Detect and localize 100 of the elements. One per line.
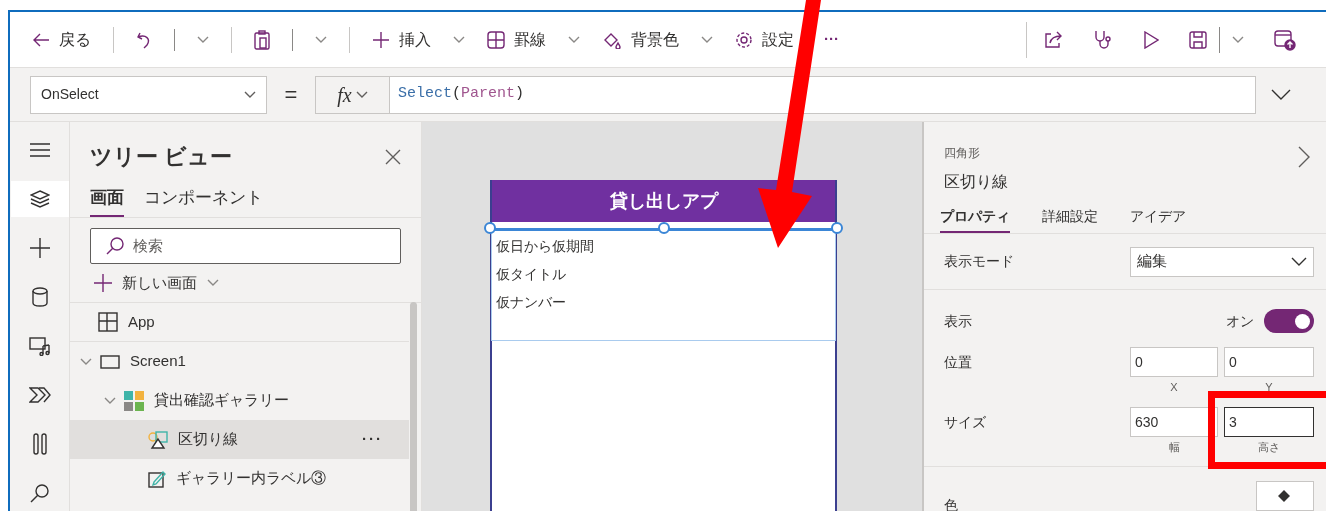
tab[interactable]: アイデア <box>1130 206 1186 233</box>
clipboard-icon <box>254 29 270 50</box>
tree-item[interactable]: 貸出確認ギャラリー <box>70 381 409 420</box>
number-field[interactable]: 630 <box>1130 407 1218 437</box>
save-button[interactable] <box>1189 30 1207 49</box>
publish-button[interactable] <box>1274 28 1296 51</box>
media-icon <box>28 336 51 356</box>
settings-button[interactable]: 設定 <box>735 27 794 52</box>
share-icon <box>1043 30 1063 49</box>
tab[interactable]: 詳細設定 <box>1042 206 1098 233</box>
chevrons-icon <box>28 386 51 404</box>
formula-field[interactable]: Select(Parent) <box>390 75 1256 114</box>
property-label: 位置 <box>944 352 973 372</box>
display-mode-dropdown[interactable]: 編集 <box>1130 246 1314 277</box>
gear-icon <box>735 30 753 49</box>
tree-item[interactable]: App <box>70 303 409 342</box>
gallery-label: 仮ナンバー <box>496 293 567 311</box>
chevron-down-icon <box>197 35 209 44</box>
toggle-state: オン <box>1226 311 1254 331</box>
tab[interactable]: 画面 <box>90 185 124 217</box>
chevron-down-icon <box>701 35 713 44</box>
field-caption: X <box>1169 379 1179 395</box>
layers-button[interactable] <box>10 181 69 217</box>
chevron-down-icon <box>80 357 92 366</box>
play-icon <box>1143 30 1159 49</box>
tools-icon <box>31 433 48 455</box>
stethoscope-icon <box>1093 29 1113 50</box>
dropdown-button[interactable] <box>701 35 713 44</box>
undo-button[interactable] <box>136 30 152 49</box>
control-type: 四角形 <box>944 145 981 162</box>
publish-icon <box>1274 28 1296 51</box>
tab[interactable]: プロパティ <box>940 206 1010 233</box>
plus-icon <box>372 30 390 49</box>
cylinder-icon <box>31 287 48 307</box>
panel-title: ツリー ビュー <box>90 143 233 171</box>
new-screen-button[interactable]: 新しい画面 <box>94 271 219 294</box>
more-button[interactable]: ··· <box>816 28 847 51</box>
shapes-icon <box>148 430 168 449</box>
paste-button[interactable] <box>254 29 270 50</box>
chevron-down-icon <box>355 90 368 99</box>
screen-icon <box>100 354 120 369</box>
fill-button[interactable]: 背景色 <box>602 27 679 52</box>
tree-item[interactable]: Screen1 <box>70 342 409 381</box>
dropdown-button[interactable] <box>197 35 209 44</box>
chevron-down-icon <box>568 35 580 44</box>
function-button[interactable]: fx <box>315 75 390 114</box>
play-button[interactable] <box>1143 30 1159 49</box>
border-button[interactable]: 罫線 <box>487 27 546 52</box>
more-icon: ··· <box>362 428 383 451</box>
close-button[interactable] <box>385 148 401 165</box>
header-bar: 貸し出しアプ <box>492 180 835 222</box>
menu-icon <box>29 143 50 157</box>
search-icon <box>29 483 50 503</box>
search-field[interactable]: 検索 <box>90 227 401 264</box>
chevron-down-icon <box>453 35 465 44</box>
back-button[interactable]: 戻る <box>32 27 91 52</box>
field-caption: 高さ <box>1257 439 1281 455</box>
insert-button[interactable]: 挿入 <box>372 27 431 52</box>
chevron-down-icon <box>244 90 256 99</box>
number-field[interactable]: 0 <box>1224 347 1314 377</box>
chevron-down-icon <box>1232 35 1244 44</box>
edit-icon <box>148 469 166 488</box>
chevron-down-icon <box>104 396 116 405</box>
resize-handle[interactable] <box>831 222 843 234</box>
property-dropdown[interactable]: OnSelect <box>30 75 267 114</box>
chevron-down-icon <box>207 278 219 287</box>
layers-icon <box>29 190 50 208</box>
control-name: 区切り線 <box>944 172 1008 192</box>
visible-toggle[interactable] <box>1264 309 1314 334</box>
field-caption: 幅 <box>1167 439 1181 455</box>
chevron-down-icon <box>315 35 327 44</box>
dropdown-button[interactable] <box>315 35 327 44</box>
chevron-down-icon <box>1291 256 1307 267</box>
scrollbar[interactable] <box>410 302 417 511</box>
number-field[interactable]: 0 <box>1130 347 1218 377</box>
property-label: 表示モード <box>944 252 1015 272</box>
dropdown-button[interactable] <box>1232 35 1244 44</box>
collapse-button[interactable] <box>1298 146 1310 168</box>
color-picker-button[interactable] <box>1256 481 1314 511</box>
gallery-label: 仮タイトル <box>496 265 567 283</box>
property-label: サイズ <box>944 412 987 432</box>
chevron-down-icon <box>1271 88 1291 101</box>
close-icon <box>385 148 401 165</box>
tree-item[interactable]: 区切り線 ··· <box>70 420 409 459</box>
property-label: 色 <box>944 496 959 511</box>
property-label: 表示 <box>944 311 973 331</box>
plus-icon <box>29 238 50 258</box>
number-field[interactable]: 3 <box>1224 407 1314 437</box>
undo-icon <box>136 30 152 49</box>
arrow-left-icon <box>32 31 50 48</box>
dropdown-button[interactable] <box>568 35 580 44</box>
share-button[interactable] <box>1043 30 1063 49</box>
dropdown-button[interactable] <box>453 35 465 44</box>
resize-handle[interactable] <box>658 222 670 234</box>
tree-item[interactable]: ギャラリー内ラベル③ <box>70 459 409 498</box>
tab[interactable]: コンポーネント <box>144 185 263 217</box>
checker-button[interactable] <box>1093 29 1113 50</box>
gallery-icon <box>124 390 144 411</box>
chevron-right-icon <box>1298 146 1310 168</box>
resize-handle[interactable] <box>484 222 496 234</box>
